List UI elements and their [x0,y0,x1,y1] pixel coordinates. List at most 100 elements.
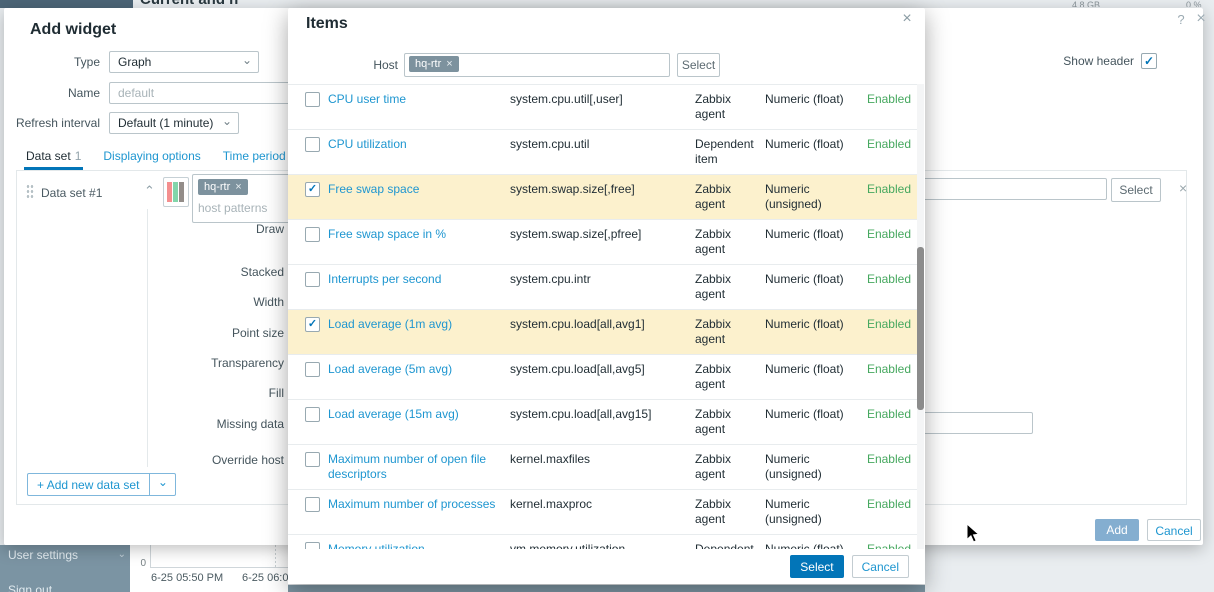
item-name-link[interactable]: Maximum number of open file descriptors [328,452,510,482]
item-checkbox[interactable] [305,137,320,152]
item-patterns-select-button[interactable]: Select [1111,178,1161,202]
item-checkbox[interactable] [305,542,320,549]
field-label-point-size: Point size [231,326,284,340]
item-key: system.cpu.util[,user] [510,92,623,106]
scrollbar-thumb[interactable] [917,247,924,410]
host-tag: hq-rtr × [409,56,459,72]
chart-x-tick: 6-25 05:50 PM [151,572,224,584]
item-name-link[interactable]: Interrupts per second [328,272,510,302]
item-status: Enabled [866,92,911,106]
background-cpu-fragment: 0 % [1186,0,1202,7]
field-label-width: Width [253,295,284,309]
show-header-checkbox[interactable]: ✓ [1141,53,1157,69]
show-header-label: Show header [1063,54,1134,68]
item-key: vm.memory.utilization [510,542,626,549]
add-button[interactable]: Add [1095,519,1139,541]
chart-y-tick: 0 [140,558,146,569]
chart-y-axis [150,545,151,567]
item-row: Interrupts per second system.cpu.intr Zabb… [288,264,917,309]
item-info: Numeric (float) [765,137,844,151]
item-checkbox[interactable] [305,92,320,107]
tab-displaying-options[interactable]: Displaying options [101,146,202,170]
type-select[interactable]: Graph ⌄ [109,51,259,73]
chart-x-axis [150,567,288,568]
refresh-interval-select[interactable]: Default (1 minute) ⌄ [109,112,239,134]
host-label: Host [373,58,398,72]
item-type: Zabbix agent [695,182,732,211]
item-name-link[interactable]: Free swap space [328,182,510,212]
item-type: Dependent item [695,137,754,166]
tab-time-period[interactable]: Time period [221,146,288,170]
remove-data-set-icon[interactable]: × [1179,180,1187,196]
item-name-link[interactable]: CPU user time [328,92,510,122]
divider [147,209,148,467]
item-row: Maximum number of open file descriptors k… [288,444,917,489]
item-row: Load average (5m avg) system.cpu.load[all… [288,354,917,399]
item-key: system.cpu.intr [510,272,591,286]
data-set-name: Data set #1 [41,186,103,200]
item-info: Numeric (unsigned) [765,497,822,526]
tab-data-set[interactable]: Data set 1 [24,146,84,170]
item-name-link[interactable]: Free swap space in % [328,227,510,257]
item-checkbox[interactable] [305,227,320,242]
chart-gridline [275,545,276,567]
item-name-link[interactable]: Load average (15m avg) [328,407,510,437]
chevron-down-icon: ⌄ [221,114,232,128]
item-type: Zabbix agent [695,452,732,481]
item-name-link[interactable]: Memory utilization [328,542,510,549]
item-checkbox[interactable]: ✓ [305,182,320,197]
item-status: Enabled [866,542,911,549]
host-select-button[interactable]: Select [677,53,720,77]
swatch-color [179,182,184,202]
help-icon[interactable]: ? [1173,12,1189,28]
item-status: Enabled [866,227,911,241]
item-key: system.cpu.util [510,137,590,151]
collapse-chevron-up-icon[interactable]: ⌃ [144,183,155,199]
item-name-link[interactable]: Maximum number of processes [328,497,510,527]
add-new-data-set-dropdown[interactable]: ⌄ [150,473,177,496]
item-type: Zabbix agent [695,362,732,391]
field-label-override-host: Override host [211,453,284,467]
items-table: CPU user time system.cpu.util[,user] Zabbi… [288,84,917,549]
field-label-missing-data: Missing data [216,417,284,431]
item-name-link[interactable]: Load average (5m avg) [328,362,510,392]
dialog-cancel-button[interactable]: Cancel [1147,519,1201,541]
item-info: Numeric (float) [765,92,844,106]
item-key: system.cpu.load[all,avg1] [510,317,645,331]
close-icon[interactable]: × [898,10,916,28]
modal-cancel-button[interactable]: Cancel [851,555,909,578]
item-status: Enabled [866,452,911,466]
modal-select-button[interactable]: Select [790,555,844,578]
screen: Current and h 4.8 GB 0 % User settings ⌄… [0,0,1214,592]
close-icon[interactable]: × [1192,10,1210,28]
item-checkbox[interactable] [305,272,320,287]
swatch-color [173,182,178,202]
color-swatch[interactable] [163,177,189,207]
dialog-tabs: Data set1Displaying optionsTime periodAx… [24,146,330,170]
item-checkbox[interactable] [305,407,320,422]
remove-tag-icon[interactable]: × [446,58,452,70]
item-row: Load average (15m avg) system.cpu.load[al… [288,399,917,444]
item-checkbox[interactable] [305,452,320,467]
sidebar-item-sign-out[interactable]: Sign out [8,583,52,592]
item-row: ✓ Free swap space system.swap.size[,free] Z… [288,174,917,219]
item-checkbox[interactable]: ✓ [305,317,320,332]
host-patterns-field[interactable]: hq-rtr × host patterns [192,174,293,223]
item-checkbox[interactable] [305,362,320,377]
item-key: kernel.maxproc [510,497,593,511]
chevron-down-icon: ⌄ [117,549,126,560]
item-type: Zabbix agent [695,497,732,526]
item-name-link[interactable]: CPU utilization [328,137,510,167]
item-info: Numeric (unsigned) [765,182,822,211]
item-status: Enabled [866,407,911,421]
drag-handle-icon[interactable] [26,184,34,200]
item-status: Enabled [866,137,911,151]
host-input[interactable]: hq-rtr × [404,53,670,77]
remove-tag-icon[interactable]: × [235,181,241,193]
name-label: Name [67,86,100,100]
sidebar-item-user-settings[interactable]: User settings ⌄ [8,548,126,562]
type-label: Type [73,55,100,69]
item-name-link[interactable]: Load average (1m avg) [328,317,510,347]
item-checkbox[interactable] [305,497,320,512]
add-new-data-set-button[interactable]: + Add new data set ⌄ [27,473,177,496]
